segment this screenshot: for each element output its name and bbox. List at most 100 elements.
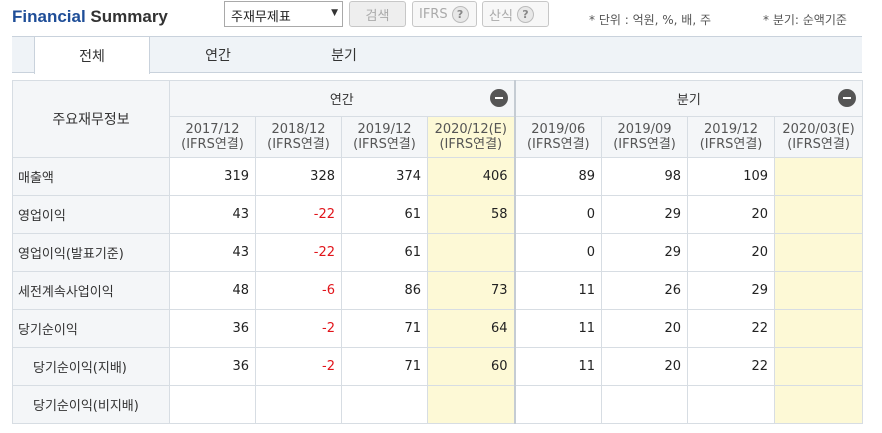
table-cell: 29 bbox=[687, 271, 776, 310]
table-cell: 20 bbox=[687, 233, 776, 272]
chevron-down-icon: ▼ bbox=[331, 8, 338, 18]
header-bar: Financial Summary 주재무제표 ▼ 검색 IFRS? 산식? *… bbox=[0, 0, 882, 36]
formula-button[interactable]: 산식? bbox=[482, 1, 549, 27]
period-label: 2020/12(E) bbox=[434, 122, 507, 137]
group-quarter-label: 분기 bbox=[676, 93, 701, 108]
table-row: 당기순이익(비지배) bbox=[12, 385, 864, 424]
statement-type-value: 주재무제표 bbox=[231, 10, 291, 25]
row-label[interactable]: 매출액 bbox=[12, 157, 170, 196]
table-cell: 64 bbox=[426, 309, 516, 348]
period-label: 2019/12 bbox=[357, 122, 412, 137]
table-cell: 406 bbox=[426, 157, 516, 196]
table-cell: 58 bbox=[426, 195, 516, 234]
table-cell: 61 bbox=[341, 233, 428, 272]
table-cell bbox=[774, 271, 864, 310]
period-header: 2020/12(E) (IFRS연결) bbox=[426, 116, 516, 158]
table-cell: 43 bbox=[169, 233, 256, 272]
table-cell: 89 bbox=[513, 157, 603, 196]
table-cell: 20 bbox=[601, 309, 689, 348]
period-header: 2019/12 (IFRS연결) bbox=[687, 116, 776, 158]
page-title: Financial Summary bbox=[12, 7, 168, 26]
table-cell: 48 bbox=[169, 271, 256, 310]
table-cell: -22 bbox=[255, 233, 342, 272]
financial-summary-table: 주요재무정보 연간 분기 2017/12 (IFRS연결) 2018/12 (IFRS… bbox=[12, 80, 864, 424]
table-cell: 36 bbox=[169, 347, 256, 386]
period-header: 2018/12 (IFRS연결) bbox=[255, 116, 342, 158]
tab-quarter[interactable]: 분기 bbox=[288, 37, 400, 73]
table-cell: 26 bbox=[601, 271, 689, 310]
row-label[interactable]: 당기순이익 bbox=[12, 309, 170, 348]
period-tabs: 전체 연간 분기 bbox=[12, 36, 862, 74]
table-cell: 11 bbox=[513, 347, 603, 386]
table-cell: 22 bbox=[687, 309, 776, 348]
unit-note: * 단위 : 억원, %, 배, 주 bbox=[589, 13, 712, 27]
period-label: 2020/03(E) bbox=[782, 122, 855, 137]
period-basis: (IFRS연결) bbox=[353, 137, 416, 152]
row-label[interactable]: 영업이익(발표기준) bbox=[12, 233, 170, 272]
period-header: 2019/09 (IFRS연결) bbox=[601, 116, 689, 158]
period-header: 2017/12 (IFRS연결) bbox=[169, 116, 256, 158]
row-label[interactable]: 영업이익 bbox=[12, 195, 170, 234]
table-cell: 71 bbox=[341, 347, 428, 386]
table-cell: 20 bbox=[601, 347, 689, 386]
table-row: 세전계속사업이익 48 -6 86 73 11 26 29 bbox=[12, 271, 864, 310]
period-label: 2018/12 bbox=[271, 122, 326, 137]
period-basis: (IFRS연결) bbox=[181, 137, 244, 152]
table-cell: 0 bbox=[513, 195, 603, 234]
period-label: 2019/12 bbox=[704, 122, 759, 137]
row-label[interactable]: 당기순이익(지배) bbox=[12, 347, 170, 386]
table-cell: 11 bbox=[513, 271, 603, 310]
period-basis: (IFRS연결) bbox=[699, 137, 763, 152]
ifrs-button[interactable]: IFRS? bbox=[412, 1, 477, 27]
table-cell bbox=[774, 385, 864, 424]
table-cell bbox=[426, 233, 516, 272]
group-header-annual: 연간 bbox=[168, 80, 516, 117]
period-label: 2019/06 bbox=[531, 122, 586, 137]
table-cell: -2 bbox=[255, 347, 342, 386]
period-label: 2019/09 bbox=[617, 122, 672, 137]
column-header-item: 주요재무정보 bbox=[12, 80, 170, 158]
table-cell: 328 bbox=[255, 157, 342, 196]
table-cell: 0 bbox=[513, 233, 603, 272]
table-cell: 36 bbox=[169, 309, 256, 348]
statement-type-select[interactable]: 주재무제표 ▼ bbox=[224, 1, 343, 27]
table-cell: 29 bbox=[601, 195, 689, 234]
table-cell: 109 bbox=[687, 157, 776, 196]
table-cell bbox=[774, 309, 864, 348]
table-cell: -22 bbox=[255, 195, 342, 234]
collapse-minus-icon[interactable] bbox=[489, 89, 508, 107]
table-cell: 86 bbox=[341, 271, 428, 310]
table-cell: 43 bbox=[169, 195, 256, 234]
group-header-quarter: 분기 bbox=[513, 80, 864, 117]
help-icon[interactable]: ? bbox=[516, 5, 534, 23]
table-row: 당기순이익 36 -2 71 64 11 20 22 bbox=[12, 309, 864, 348]
search-button[interactable]: 검색 bbox=[349, 1, 406, 27]
help-icon[interactable]: ? bbox=[451, 5, 469, 23]
tab-annual[interactable]: 연간 bbox=[162, 37, 274, 73]
table-cell: -6 bbox=[255, 271, 342, 310]
table-cell: 98 bbox=[601, 157, 689, 196]
table-cell: 60 bbox=[426, 347, 516, 386]
table-cell bbox=[513, 385, 603, 424]
table-cell: 73 bbox=[426, 271, 516, 310]
quarter-basis-note: * 분기: 순액기준 bbox=[763, 13, 847, 27]
table-cell: 61 bbox=[341, 195, 428, 234]
table-cell: -2 bbox=[255, 309, 342, 348]
table-cell bbox=[169, 385, 256, 424]
period-basis: (IFRS연결) bbox=[267, 137, 330, 152]
tab-all[interactable]: 전체 bbox=[34, 37, 150, 74]
period-header: 2020/03(E) (IFRS연결) bbox=[774, 116, 864, 158]
row-label[interactable]: 당기순이익(비지배) bbox=[12, 385, 170, 424]
period-basis: (IFRS연결) bbox=[526, 137, 590, 152]
table-cell: 11 bbox=[513, 309, 603, 348]
row-label[interactable]: 세전계속사업이익 bbox=[12, 271, 170, 310]
table-cell: 319 bbox=[169, 157, 256, 196]
table-cell bbox=[774, 233, 864, 272]
period-basis: (IFRS연결) bbox=[787, 137, 850, 152]
table-cell bbox=[774, 157, 864, 196]
period-basis: (IFRS연결) bbox=[439, 137, 503, 152]
collapse-minus-icon[interactable] bbox=[838, 89, 857, 107]
table-row: 매출액 319 328 374 406 89 98 109 bbox=[12, 157, 864, 196]
period-header: 2019/12 (IFRS연결) bbox=[341, 116, 428, 158]
table-row: 영업이익(발표기준) 43 -22 61 0 29 20 bbox=[12, 233, 864, 272]
